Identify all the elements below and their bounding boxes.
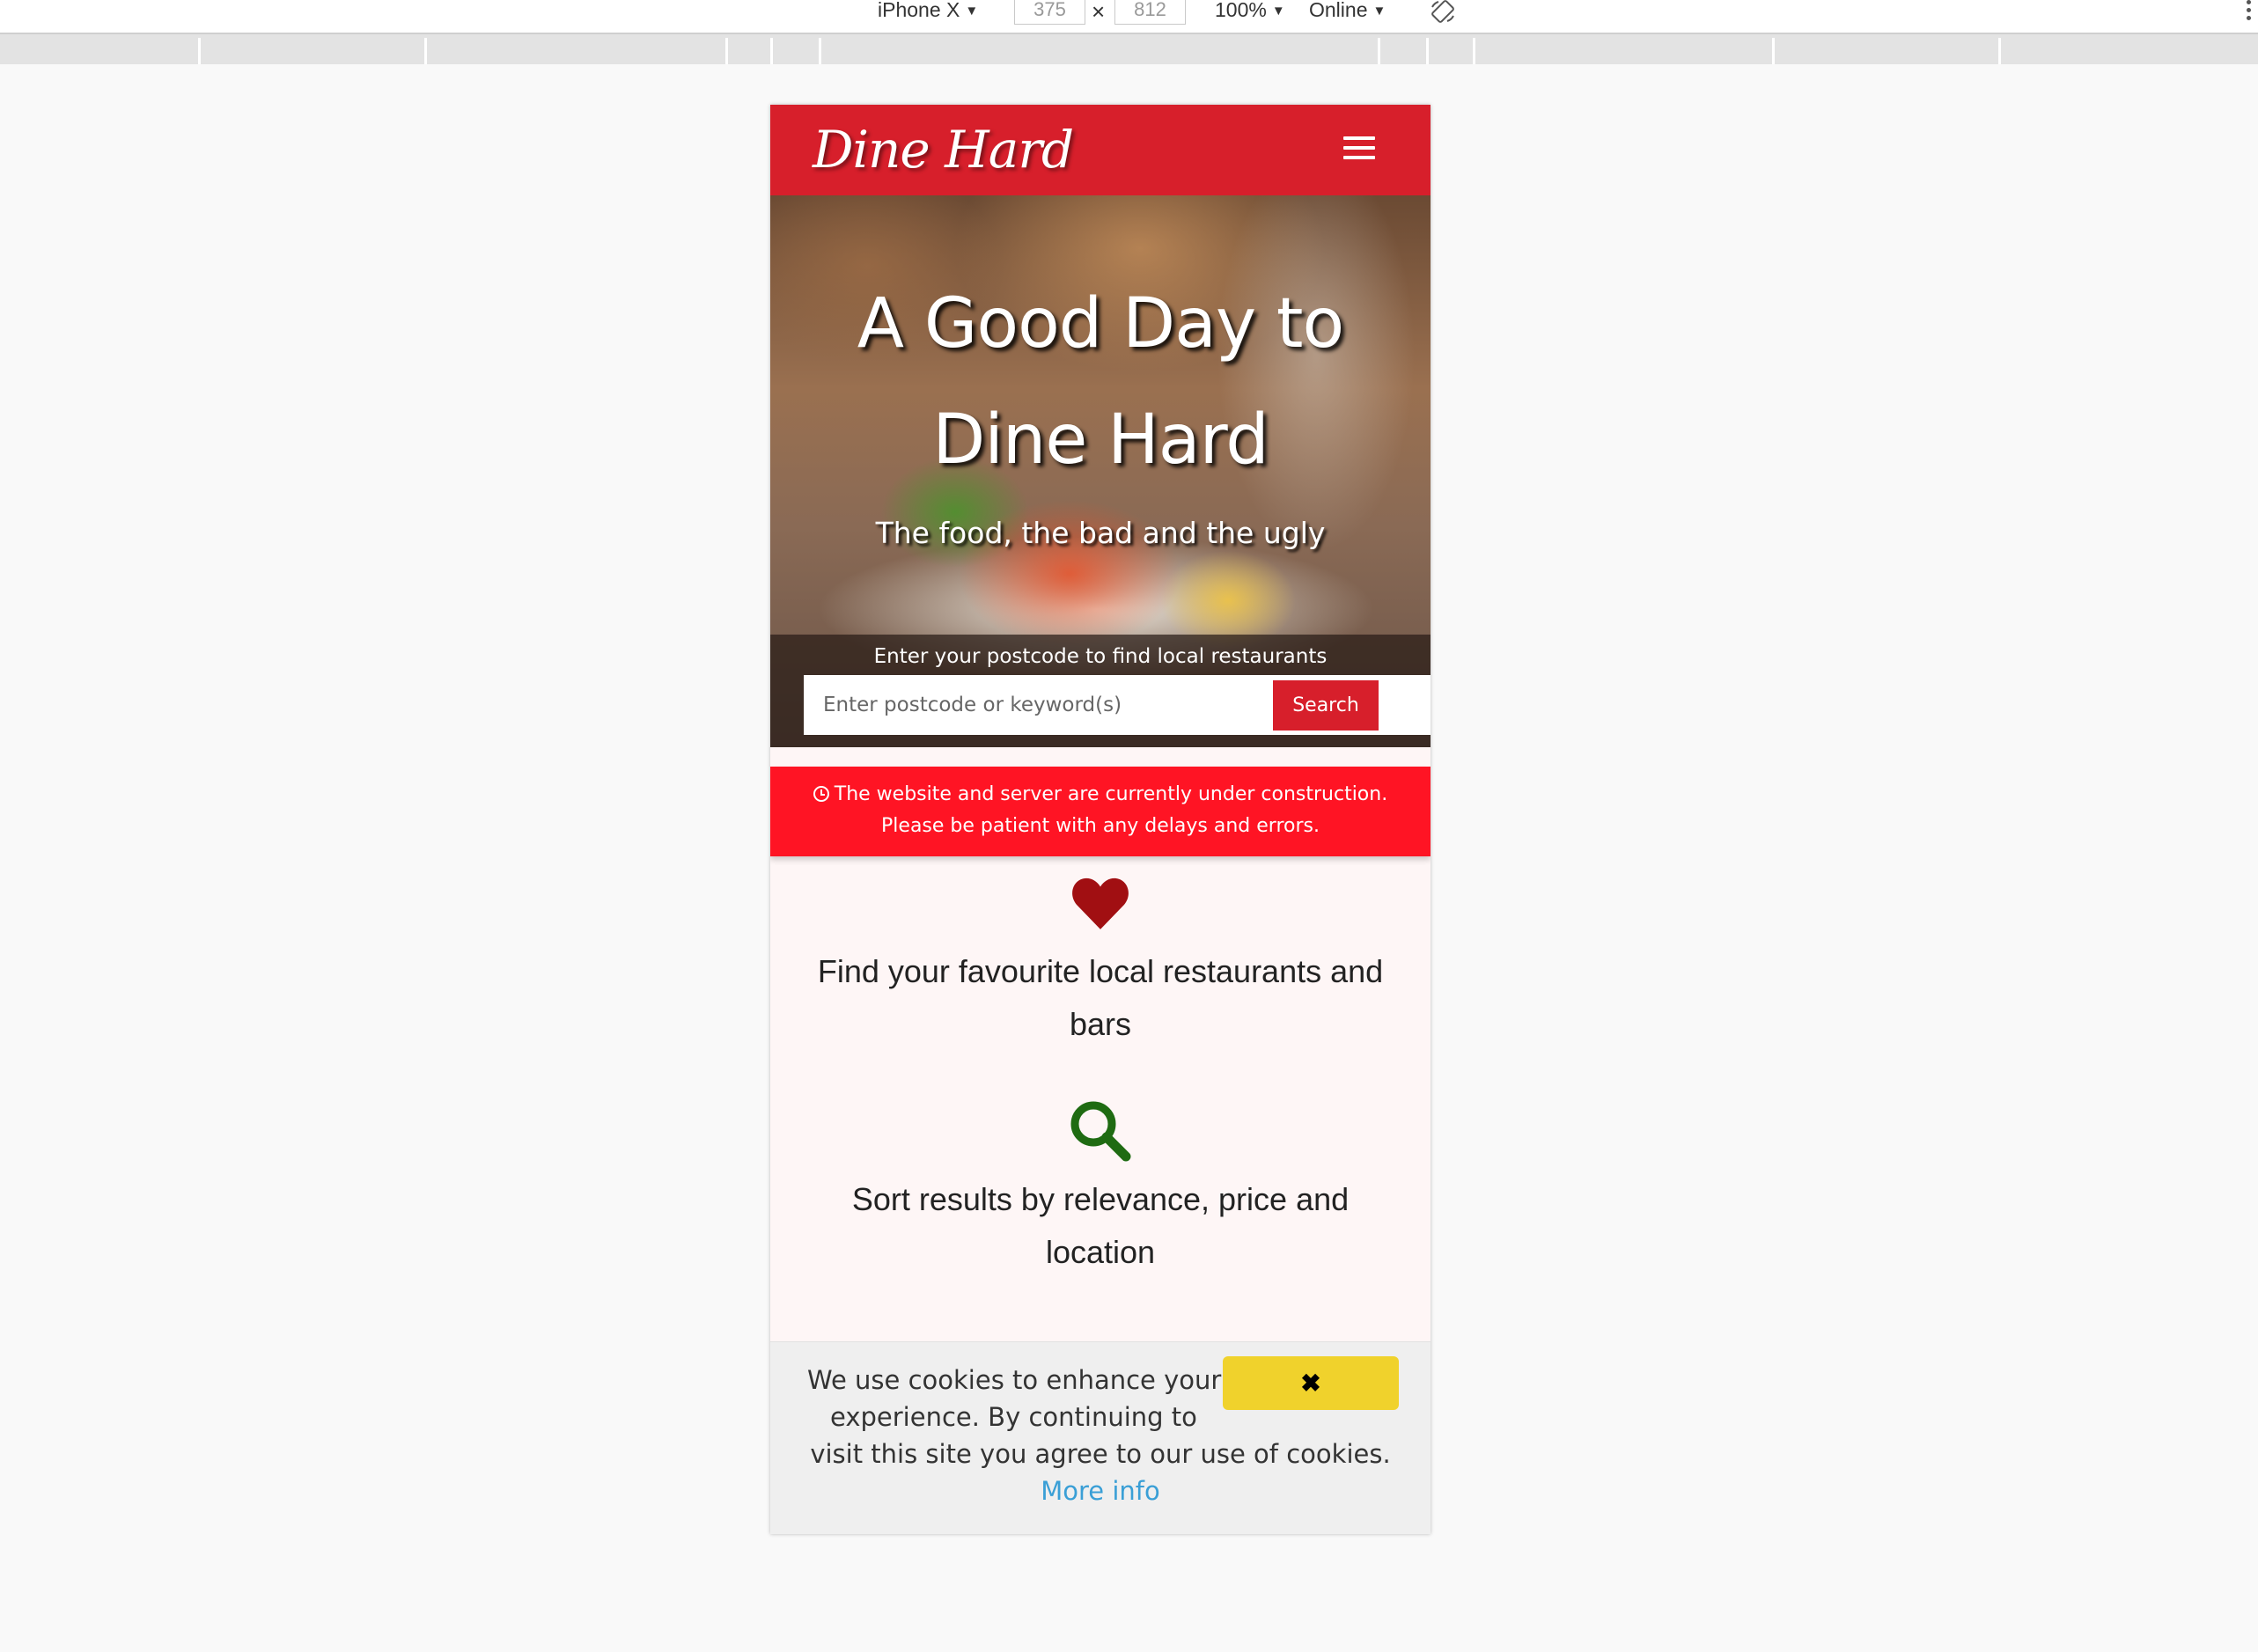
- cookie-banner: We use cookies to enhance your experienc…: [770, 1341, 1431, 1534]
- device-select[interactable]: iPhone X ▼: [878, 0, 978, 21]
- chevron-down-icon: ▼: [1271, 4, 1285, 18]
- feature-text: Find your favourite local restaurants an…: [817, 953, 1384, 1042]
- search-form: Search: [804, 675, 1431, 735]
- devtools-toolbar: iPhone X ▼ 375 × 812 100% ▼ Online ▼: [0, 0, 2258, 34]
- width-input[interactable]: 375: [1014, 0, 1085, 25]
- construction-notice: The website and server are currently und…: [770, 767, 1431, 856]
- search-label: Enter your postcode to find local restau…: [873, 645, 1328, 668]
- device-viewport: Dine Hard A Good Day to Dine Hard The fo…: [770, 105, 1431, 1534]
- zoom-select[interactable]: 100% ▼: [1215, 0, 1285, 21]
- dimension-separator: ×: [1092, 0, 1106, 25]
- rotate-icon[interactable]: [1430, 0, 1456, 23]
- menu-icon[interactable]: [1337, 136, 1381, 166]
- more-options-icon[interactable]: [2247, 0, 2254, 26]
- notice-line-1: The website and server are currently und…: [834, 783, 1388, 805]
- search-button[interactable]: Search: [1273, 680, 1379, 731]
- device-select-label: iPhone X: [878, 0, 960, 21]
- feature-item: Sort results by relevance, price and loc…: [770, 1099, 1431, 1279]
- cookie-line-3: visit this site you agree to our use of …: [810, 1439, 1391, 1469]
- site-logo[interactable]: Dine Hard: [813, 119, 1074, 180]
- network-label: Online: [1309, 0, 1368, 21]
- more-info-link[interactable]: More info: [1041, 1476, 1160, 1506]
- navbar: Dine Hard: [770, 105, 1431, 195]
- clock-icon: [813, 786, 829, 802]
- feature-text: Sort results by relevance, price and loc…: [851, 1181, 1350, 1270]
- network-select[interactable]: Online ▼: [1309, 0, 1386, 21]
- hero-subtitle: The food, the bad and the ugly: [875, 516, 1326, 550]
- search-panel: Enter your postcode to find local restau…: [770, 635, 1431, 747]
- height-input[interactable]: 812: [1114, 0, 1186, 25]
- feature-item: Find your favourite local restaurants an…: [770, 877, 1431, 1051]
- notice-line-2: Please be patient with any delays and er…: [881, 815, 1320, 837]
- hero-title: A Good Day to Dine Hard: [857, 284, 1344, 480]
- search-icon: [1070, 1101, 1131, 1162]
- media-query-bar[interactable]: [0, 34, 2258, 64]
- search-input[interactable]: [804, 675, 1270, 735]
- chevron-down-icon: ▼: [965, 4, 979, 18]
- zoom-label: 100%: [1215, 0, 1267, 21]
- hero-banner: A Good Day to Dine Hard The food, the ba…: [770, 195, 1431, 747]
- cookie-close-button[interactable]: ✖: [1223, 1356, 1399, 1410]
- heart-icon: [1072, 877, 1129, 929]
- chevron-down-icon: ▼: [1372, 4, 1386, 18]
